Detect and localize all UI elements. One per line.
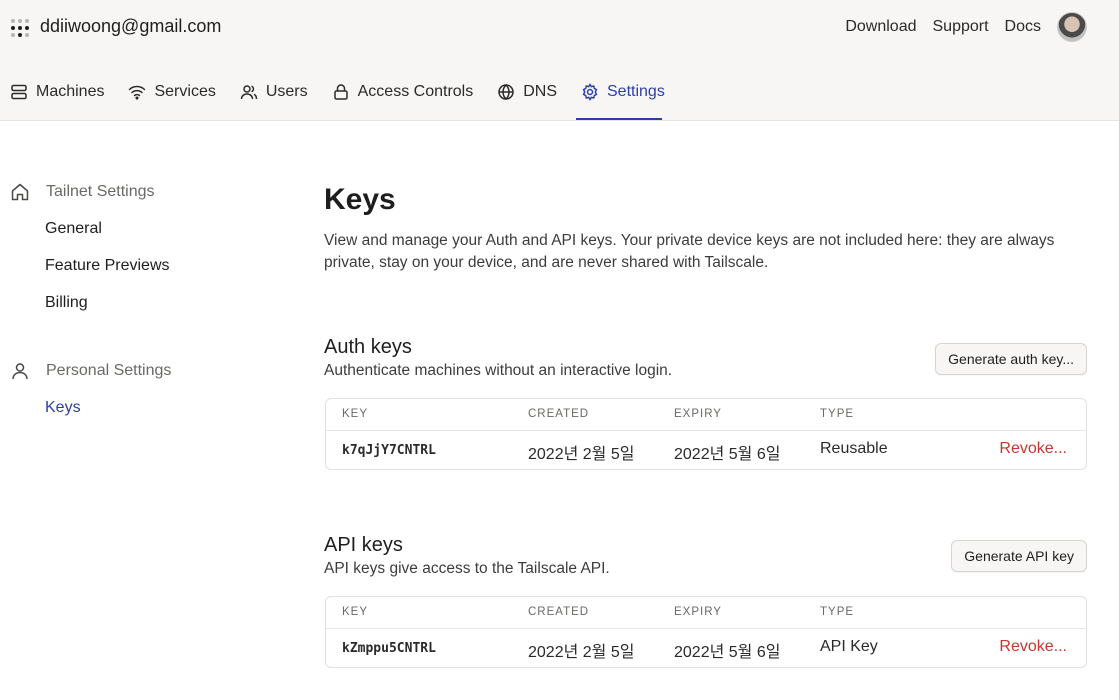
tab-dns[interactable]: DNS bbox=[497, 80, 557, 104]
api-key-id: kZmppu5CNTRL bbox=[342, 641, 436, 656]
tailnet-settings-label: Tailnet Settings bbox=[46, 183, 155, 200]
api-keys-table: KEY CREATED EXPIRY TYPE kZmppu5CNTRL 202… bbox=[325, 596, 1087, 668]
personal-settings-heading: Personal Settings bbox=[10, 361, 171, 381]
tab-dns-label: DNS bbox=[523, 83, 557, 100]
api-key-created: 2022년 2월 5일 bbox=[528, 644, 635, 661]
tab-settings[interactable]: Settings bbox=[581, 80, 665, 104]
download-link[interactable]: Download bbox=[845, 18, 916, 36]
auth-keys-title: Auth keys bbox=[324, 336, 412, 358]
revoke-auth-key-link[interactable]: Revoke... bbox=[999, 440, 1067, 458]
column-expiry: EXPIRY bbox=[674, 408, 722, 420]
column-key: KEY bbox=[342, 606, 369, 618]
table-header: KEY CREATED EXPIRY TYPE bbox=[326, 597, 1086, 629]
tailscale-logo-icon[interactable] bbox=[11, 19, 29, 37]
api-keys-subtitle: API keys give access to the Tailscale AP… bbox=[324, 560, 610, 577]
home-icon bbox=[11, 183, 29, 201]
top-links: Download Support Docs bbox=[845, 18, 1041, 36]
tab-machines-label: Machines bbox=[36, 83, 105, 100]
sidebar-item-billing[interactable]: Billing bbox=[45, 294, 88, 312]
column-key: KEY bbox=[342, 408, 369, 420]
main-nav: Machines Services Users Access Controls … bbox=[10, 80, 689, 104]
main-content: Tailnet Settings General Feature Preview… bbox=[0, 121, 1119, 700]
gear-icon bbox=[582, 83, 598, 101]
account-name[interactable]: ddiiwoong@gmail.com bbox=[40, 16, 221, 37]
sidebar-item-keys[interactable]: Keys bbox=[45, 399, 81, 417]
column-type: TYPE bbox=[820, 606, 855, 618]
auth-key-id: k7qJjY7CNTRL bbox=[342, 443, 436, 458]
api-keys-title: API keys bbox=[324, 534, 403, 556]
user-icon bbox=[12, 363, 28, 380]
auth-keys-subtitle: Authenticate machines without an interac… bbox=[324, 362, 673, 379]
auth-key-type: Reusable bbox=[820, 440, 888, 457]
api-key-expiry: 2022년 5월 6일 bbox=[674, 644, 781, 661]
tab-users[interactable]: Users bbox=[240, 80, 308, 104]
page-title: Keys bbox=[324, 183, 396, 216]
tab-services[interactable]: Services bbox=[128, 80, 216, 104]
sidebar-item-feature-previews[interactable]: Feature Previews bbox=[45, 257, 170, 275]
auth-key-expiry: 2022년 5월 6일 bbox=[674, 446, 781, 463]
sidebar-item-general[interactable]: General bbox=[45, 220, 102, 238]
active-tab-indicator bbox=[576, 118, 662, 120]
support-link[interactable]: Support bbox=[933, 18, 989, 36]
tab-users-label: Users bbox=[265, 83, 308, 100]
tab-machines[interactable]: Machines bbox=[10, 80, 104, 104]
api-key-type: API Key bbox=[820, 638, 878, 655]
column-created: CREATED bbox=[528, 606, 590, 618]
generate-api-key-button[interactable]: Generate API key bbox=[951, 540, 1087, 572]
tab-access-controls-label: Access Controls bbox=[357, 83, 474, 100]
revoke-api-key-link[interactable]: Revoke... bbox=[999, 638, 1067, 656]
auth-key-created: 2022년 2월 5일 bbox=[528, 446, 635, 463]
personal-settings-label: Personal Settings bbox=[46, 362, 172, 379]
docs-link[interactable]: Docs bbox=[1005, 18, 1041, 36]
top-header: ddiiwoong@gmail.com Download Support Doc… bbox=[0, 0, 1119, 121]
users-icon bbox=[240, 85, 258, 100]
generate-auth-key-button[interactable]: Generate auth key... bbox=[935, 343, 1087, 375]
table-header: KEY CREATED EXPIRY TYPE bbox=[326, 399, 1086, 431]
wifi-icon bbox=[129, 85, 146, 100]
tab-access-controls[interactable]: Access Controls bbox=[332, 80, 474, 104]
avatar[interactable] bbox=[1057, 12, 1087, 42]
column-expiry: EXPIRY bbox=[674, 606, 722, 618]
tab-settings-label: Settings bbox=[607, 83, 665, 100]
column-type: TYPE bbox=[820, 408, 855, 420]
column-created: CREATED bbox=[528, 408, 590, 420]
page-description: View and manage your Auth and API keys. … bbox=[324, 232, 1055, 271]
globe-icon bbox=[498, 83, 514, 101]
lock-icon bbox=[333, 84, 348, 100]
auth-keys-table: KEY CREATED EXPIRY TYPE k7qJjY7CNTRL 202… bbox=[325, 398, 1087, 470]
server-icon bbox=[11, 84, 27, 100]
tailnet-settings-heading: Tailnet Settings bbox=[10, 182, 155, 202]
tab-services-label: Services bbox=[154, 83, 216, 100]
